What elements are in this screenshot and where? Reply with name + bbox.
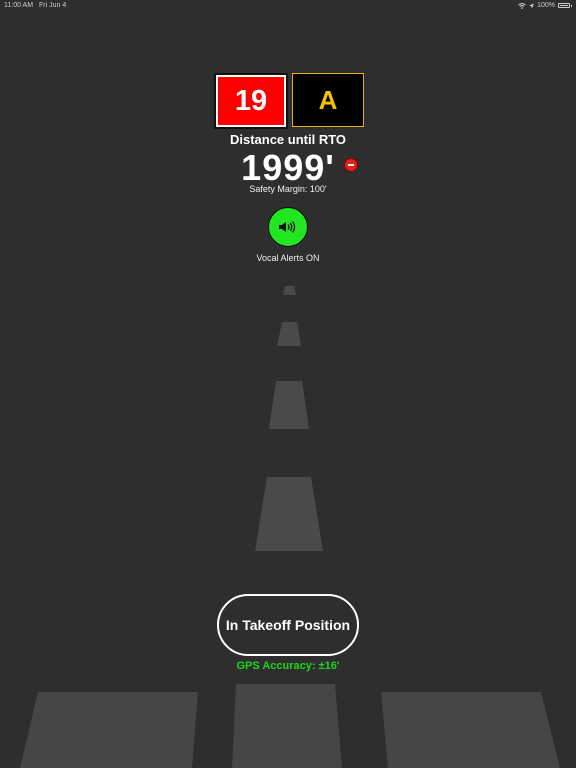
- takeoff-position-button[interactable]: In Takeoff Position: [217, 594, 359, 656]
- status-time: 11:00 AM: [4, 2, 34, 9]
- distance-value: 1999': [241, 147, 335, 188]
- distance-row: 1999': [0, 147, 576, 189]
- wifi-icon: [518, 2, 526, 9]
- speaker-icon: [279, 221, 296, 233]
- gps-accuracy: GPS Accuracy: ±16': [236, 660, 340, 672]
- centerline-dash: [269, 381, 309, 429]
- centerline-dash: [277, 322, 301, 346]
- runway-sign[interactable]: 19: [214, 73, 288, 129]
- status-bar: 11:00 AM Fri Jun 4 100%: [0, 0, 576, 12]
- stop-icon[interactable]: [344, 158, 358, 172]
- threshold-bar: [20, 692, 198, 768]
- safety-margin: Safety Margin: 100': [249, 184, 327, 194]
- distance-label: Distance until RTO: [229, 132, 347, 147]
- vocal-alerts-button[interactable]: [268, 207, 308, 247]
- status-date: Fri Jun 4: [39, 2, 67, 9]
- taxiway-sign[interactable]: A: [292, 73, 364, 127]
- centerline-dash: [255, 477, 323, 551]
- battery-percent: 100%: [537, 2, 555, 9]
- airport-signs: 19 A: [214, 73, 364, 129]
- app-screen: 11:00 AM Fri Jun 4 100% 19 A Distance un…: [0, 0, 576, 768]
- centerline-dash: [283, 286, 296, 295]
- status-indicators: 100%: [518, 2, 572, 9]
- threshold-bar: [381, 692, 560, 768]
- battery-icon: [558, 3, 572, 8]
- vocal-alerts-label: Vocal Alerts ON: [256, 253, 320, 263]
- location-arrow-icon: [529, 3, 535, 8]
- threshold-bar: [232, 684, 342, 768]
